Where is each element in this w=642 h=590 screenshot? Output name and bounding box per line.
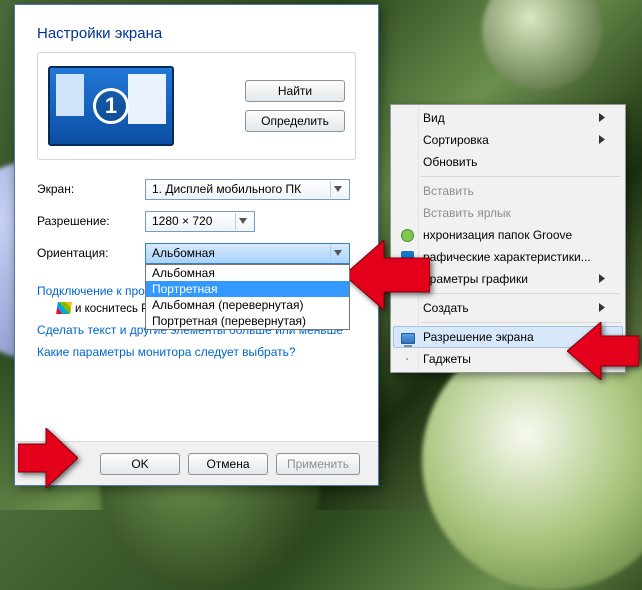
menu-item-label: Вставить ярлык	[423, 206, 511, 220]
menu-item: Вставить	[393, 180, 623, 202]
chevron-down-icon	[235, 213, 250, 230]
orientation-option[interactable]: Альбомная	[146, 265, 349, 281]
menu-item-label: араметры графики	[423, 272, 528, 286]
ok-button[interactable]: OK	[100, 453, 180, 475]
orientation-label: Ориентация:	[37, 246, 145, 260]
annotation-arrow-right-icon	[18, 428, 78, 491]
menu-item-label: рафические характеристики...	[423, 250, 591, 264]
which-params-link[interactable]: Какие параметры монитора следует выбрать…	[37, 345, 356, 359]
submenu-arrow-icon	[599, 133, 605, 147]
submenu-arrow-icon	[599, 111, 605, 125]
resolution-label: Разрешение:	[37, 214, 145, 228]
orientation-dropdown[interactable]: АльбомнаяПортретнаяАльбомная (перевернут…	[145, 264, 350, 330]
resolution-combobox-value: 1280 × 720	[152, 214, 212, 228]
screen-label: Экран:	[37, 182, 145, 196]
monitor-preview-group: 1 Найти Определить	[37, 52, 356, 160]
cancel-button[interactable]: Отмена	[188, 453, 268, 475]
menu-separator	[421, 176, 621, 177]
screen-combobox-value: 1. Дисплей мобильного ПК	[152, 182, 301, 196]
gadget-icon	[399, 351, 415, 367]
menu-item-label: Обновить	[423, 155, 477, 169]
annotation-arrow-left-icon	[567, 322, 639, 383]
windows-logo-icon	[56, 302, 72, 314]
menu-item[interactable]: Вид	[393, 107, 623, 129]
monitor-thumbnail[interactable]: 1	[48, 66, 174, 146]
chevron-down-icon	[330, 245, 345, 262]
orientation-combobox[interactable]: Альбомная АльбомнаяПортретнаяАльбомная (…	[145, 243, 350, 264]
submenu-arrow-icon	[599, 272, 605, 286]
menu-item: Вставить ярлык	[393, 202, 623, 224]
submenu-arrow-icon	[599, 301, 605, 315]
monitor-icon	[400, 330, 416, 346]
resolution-combobox[interactable]: 1280 × 720	[145, 211, 255, 232]
screen-combobox[interactable]: 1. Дисплей мобильного ПК	[145, 179, 350, 200]
detect-button[interactable]: Определить	[245, 110, 345, 132]
menu-separator	[421, 293, 621, 294]
orientation-option[interactable]: Портретная	[146, 281, 349, 297]
menu-item-label: нхронизация папок Groove	[423, 228, 572, 242]
menu-item[interactable]: Сортировка	[393, 129, 623, 151]
menu-item-label: Гаджеты	[423, 352, 471, 366]
chevron-down-icon	[330, 181, 345, 198]
orientation-combobox-value: Альбомная	[152, 246, 215, 260]
find-button[interactable]: Найти	[245, 80, 345, 102]
monitor-number: 1	[93, 88, 129, 124]
orientation-option[interactable]: Портретная (перевернутая)	[146, 313, 349, 329]
menu-item[interactable]: Обновить	[393, 151, 623, 173]
menu-item-label: Сортировка	[423, 133, 489, 147]
display-settings-dialog: Настройки экрана 1 Найти Определить Экра…	[14, 4, 379, 486]
apply-button[interactable]: Применить	[276, 453, 360, 475]
menu-item-label: Разрешение экрана	[423, 330, 534, 344]
menu-item-label: Вставить	[423, 184, 474, 198]
menu-item-label: Вид	[423, 111, 445, 125]
annotation-arrow-left-icon	[344, 240, 430, 313]
orientation-option[interactable]: Альбомная (перевернутая)	[146, 297, 349, 313]
dialog-title: Настройки экрана	[15, 5, 378, 52]
